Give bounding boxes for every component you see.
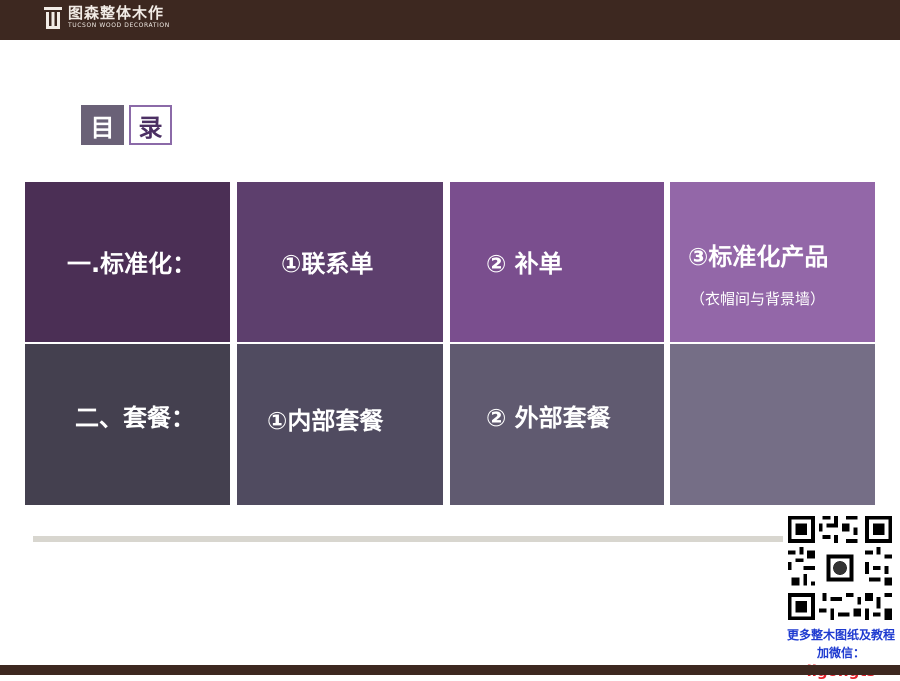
divider-line — [33, 536, 783, 542]
brand-name-cn: 图森整体木作 — [68, 4, 165, 22]
header-bar: 图森整体木作 TUCSON WOOD DECORATION — [0, 0, 900, 40]
qr-code-icon — [784, 512, 896, 624]
row1-item3-label: ③标准化产品 — [688, 243, 829, 271]
row2-item1-tile[interactable]: ①内部套餐 — [237, 344, 443, 505]
row2-item3-tile — [670, 344, 875, 505]
row1-title: 一.标准化： — [67, 250, 197, 278]
row1-item1-tile[interactable]: ①联系单 — [237, 182, 443, 342]
row2-item2-label: ② 外部套餐 — [486, 404, 611, 432]
row1-item1-label: ①联系单 — [281, 250, 374, 278]
logo-mark-icon — [44, 6, 62, 29]
row2-title-tile: 二、套餐： — [25, 344, 230, 505]
toc-title: 目 录 — [81, 105, 172, 145]
toc-title-char-2: 录 — [129, 105, 172, 145]
qr-caption-line1: 更多整木图纸及教程 — [786, 628, 895, 642]
row2-item1-label: ①内部套餐 — [267, 407, 384, 435]
qr-caption-prefix: 加微信： — [816, 646, 865, 660]
row1-title-tile: 一.标准化： — [25, 182, 230, 342]
row1-item3-sublabel: （衣帽间与背景墙） — [690, 290, 826, 308]
row1-item2-tile[interactable]: ② 补单 — [450, 182, 664, 342]
qr-caption-line2: 加微信：ligongts — [783, 644, 899, 681]
brand-logo: 图森整体木作 TUCSON WOOD DECORATION — [44, 6, 170, 29]
row1-item2-label: ② 补单 — [486, 250, 563, 278]
row2-item2-tile[interactable]: ② 外部套餐 — [450, 344, 664, 505]
row1-item3-tile[interactable]: ③标准化产品 （衣帽间与背景墙） — [670, 182, 875, 342]
toc-title-char-1: 目 — [81, 105, 124, 145]
brand-name-en: TUCSON WOOD DECORATION — [68, 22, 170, 29]
row2-title: 二、套餐： — [75, 404, 195, 432]
footer-bar — [0, 665, 900, 675]
